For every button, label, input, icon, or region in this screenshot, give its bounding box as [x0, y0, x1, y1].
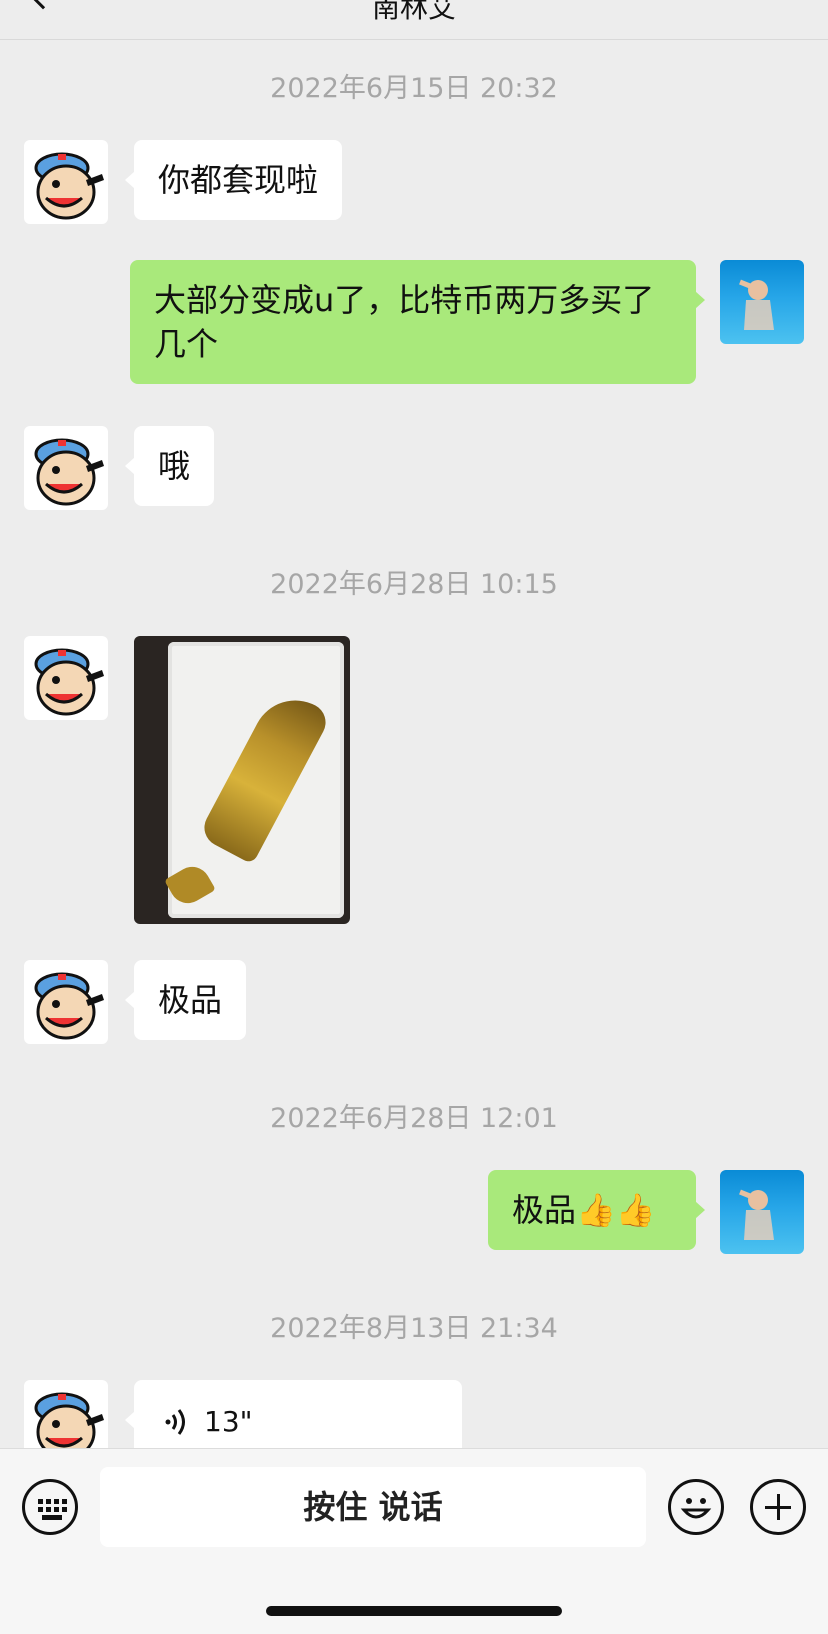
timestamp: 2022年6月28日 10:15 [270, 569, 558, 600]
nav-bar: 南林艾 [0, 0, 828, 40]
keyboard-icon[interactable] [22, 1479, 78, 1535]
contact-avatar[interactable] [24, 140, 108, 224]
message-bubble[interactable]: 大部分变成u了，比特币两万多买了几个 [130, 260, 705, 384]
emoji-icon[interactable] [668, 1479, 724, 1535]
contact-avatar[interactable] [24, 636, 108, 720]
voice-duration: 13" [204, 1405, 253, 1438]
message-bubble[interactable]: 哦 [124, 426, 215, 506]
voice-wave-icon [165, 1409, 185, 1435]
message-bubble[interactable]: 极品 [124, 960, 247, 1040]
plus-icon[interactable] [750, 1479, 806, 1535]
my-avatar[interactable] [720, 260, 804, 344]
contact-avatar[interactable] [24, 960, 108, 1044]
chat-title: 南林艾 [371, 0, 456, 24]
message-bubble[interactable]: 你都套现啦 [124, 140, 343, 220]
timestamp: 2022年6月28日 12:01 [270, 1103, 558, 1134]
hold-to-talk-button[interactable]: 按住 说话 [100, 1467, 646, 1547]
timestamp: 2022年8月13日 21:34 [270, 1313, 558, 1344]
contact-avatar[interactable] [24, 426, 108, 510]
message-bubble[interactable]: 极品👍👍 [488, 1170, 705, 1250]
image-message[interactable] [134, 636, 350, 924]
my-avatar[interactable] [720, 1170, 804, 1254]
timestamp: 2022年6月15日 20:32 [270, 73, 558, 104]
home-indicator[interactable] [266, 1606, 562, 1616]
